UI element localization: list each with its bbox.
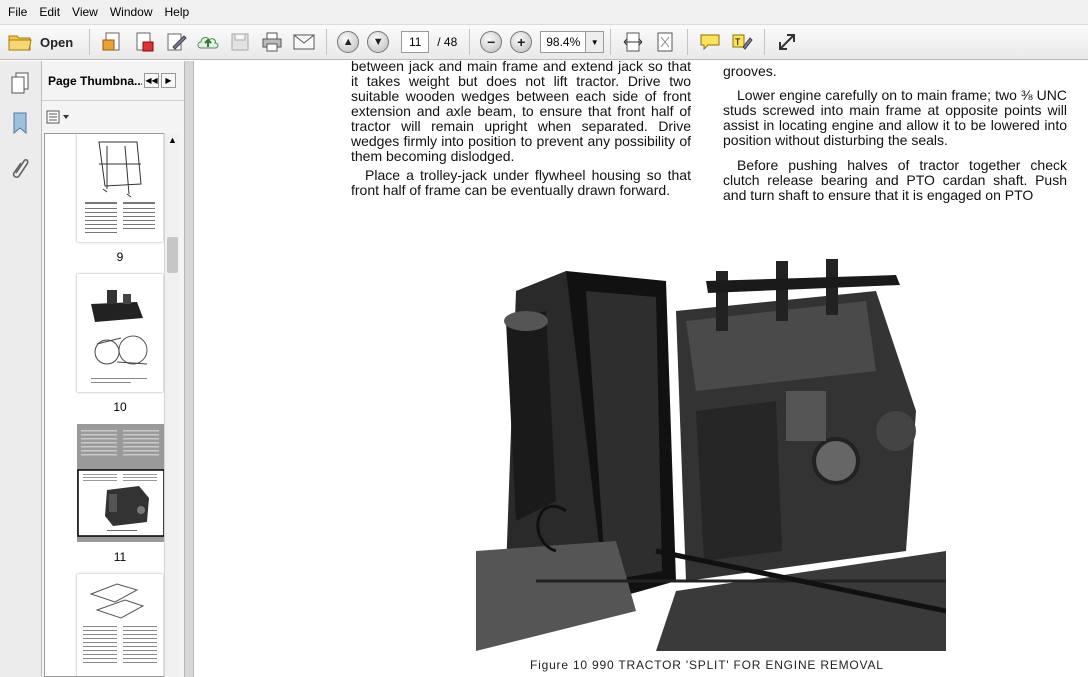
fit-width-icon [623,32,643,52]
expand-button[interactable] [774,29,800,55]
thumbnail-label: 9 [116,250,124,264]
page-9-preview [85,141,155,233]
menu-file[interactable]: File [2,0,33,24]
list-options-icon [46,110,69,124]
toolbar-separator [687,29,689,55]
double-chevron-left-icon: ◀◀ [145,76,158,85]
arrow-up-icon: ▲ [342,36,354,48]
toolbar-separator [89,29,91,55]
thumbnail-page-11-selected[interactable] [77,424,165,542]
page-thumbnails-panel: Page Thumbna... ◀◀ ▶ 9 10 11 ▲ [42,61,184,677]
text-column-right: grooves. Lower engine carefully on to ma… [723,64,1067,207]
toolbar-separator [469,29,471,55]
save-button[interactable] [227,29,253,55]
envelope-icon [293,34,315,50]
save-icon [231,33,249,51]
zoom-in-button[interactable]: + [510,31,533,53]
zoom-out-button[interactable]: − [480,31,503,53]
page-12-preview [83,583,157,663]
previous-page-button[interactable]: ▲ [337,31,360,53]
thumbnail-label: 11 [113,550,127,564]
cloud-upload-icon [197,37,219,49]
thumbnail-page-9[interactable] [77,134,163,242]
bookmark-icon [13,112,27,135]
panel-title: Page Thumbna... [48,73,142,88]
paragraph: between jack and main frame and extend j… [351,61,691,164]
next-page-button[interactable]: ▼ [367,31,390,53]
highlight-button[interactable]: T [729,29,755,55]
page-number-input[interactable]: 11 [401,31,430,53]
minus-icon: − [487,34,496,50]
menu-view[interactable]: View [66,0,104,24]
toolbar: Open ▲ ▼ 11 / 48 − + 98.4% ▼ T [0,24,1088,60]
folder-icon [8,35,32,51]
highlighter-icon: T [732,34,753,50]
email-button[interactable] [291,29,317,55]
page-total: / 48 [437,35,458,49]
create-pdf-button[interactable] [99,29,125,55]
edit-pdf-icon [167,33,187,51]
menu-edit[interactable]: Edit [33,0,66,24]
toolbar-separator [326,29,328,55]
thumbnail-label: 10 [113,400,127,414]
chevron-down-icon[interactable]: ▼ [585,32,604,52]
toolbar-separator [764,29,766,55]
paperclip-icon [12,158,29,179]
navigation-rail [0,61,42,677]
thumbnail-scrollbar[interactable]: ▲ [164,133,179,677]
edit-pdf-button[interactable] [163,29,189,55]
chevron-right-icon: ▶ [165,76,172,85]
open-label: Open [40,34,74,50]
scroll-up-icon[interactable]: ▲ [168,135,177,145]
bookmarks-toggle[interactable] [6,109,34,137]
panel-header: Page Thumbna... ◀◀ ▶ [42,61,184,101]
paragraph: grooves. [723,63,777,79]
pdf-viewer-window: File Edit View Window Help Open ▲ ▼ 11 /… [0,0,1088,677]
speech-bubble-icon [700,34,720,51]
paragraph: Place a trolley-jack under flywheel hous… [351,167,691,198]
scrollbar-thumb[interactable] [167,237,178,273]
upload-cloud-button[interactable] [195,29,221,55]
menu-window[interactable]: Window [104,0,159,24]
expand-icon [779,34,796,50]
fit-page-button[interactable] [652,29,678,55]
menu-help[interactable]: Help [159,0,196,24]
thumbnail-page-12[interactable] [77,574,163,676]
panel-splitter[interactable] [184,61,194,677]
fit-page-icon [657,32,673,52]
collapse-panel-button[interactable]: ◀◀ [144,73,159,88]
page-11-preview [77,430,165,537]
fit-width-button[interactable] [620,29,646,55]
export-pdf-icon [136,32,154,52]
attachments-toggle[interactable] [6,153,34,181]
panel-menu-button[interactable]: ▶ [161,73,176,88]
figure-caption: Figure 10 990 TRACTOR 'SPLIT' FOR ENGINE… [530,658,884,672]
toolbar-separator [610,29,612,55]
zoom-value: 98.4% [546,35,581,49]
page-thumbnails-toggle[interactable] [6,69,34,97]
document-view: between jack and main frame and extend j… [194,61,1088,677]
paragraph: Before pushing halves of tractor togethe… [723,157,1067,203]
text-column-left: between jack and main frame and extend j… [351,61,691,202]
printer-icon [262,32,282,52]
print-button[interactable] [259,29,285,55]
pages-icon [11,72,29,94]
arrow-down-icon: ▼ [372,36,384,48]
open-button[interactable]: Open [6,28,79,56]
thumbnail-options-button[interactable] [46,109,72,125]
plus-icon: + [517,34,526,50]
engine-photograph [476,251,946,651]
comment-button[interactable] [697,29,723,55]
menu-bar: File Edit View Window Help [0,0,1088,24]
thumbnail-page-10[interactable] [77,274,163,392]
zoom-select[interactable]: 98.4% ▼ [540,31,605,53]
thumbnail-list: 9 10 11 [44,133,166,677]
page-10-preview [91,290,148,383]
create-pdf-icon [102,32,120,51]
paragraph: Lower engine carefully on to main frame;… [723,87,1067,148]
svg-text:T: T [735,37,741,47]
export-pdf-button[interactable] [131,29,157,55]
